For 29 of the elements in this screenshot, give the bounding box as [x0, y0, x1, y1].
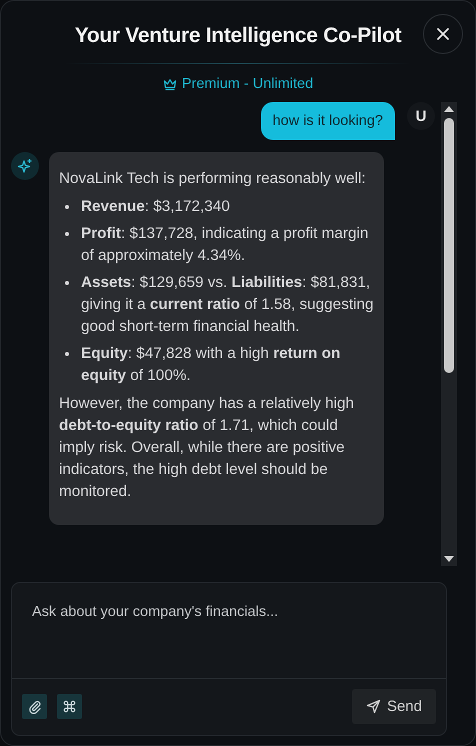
scrollbar[interactable]: [441, 102, 457, 566]
bullet-icon: [65, 281, 69, 285]
close-button[interactable]: [423, 14, 463, 54]
scroll-down-icon: [444, 556, 454, 562]
close-icon: [436, 27, 450, 41]
list-item: Profit: $137,728, indicating a profit margin of approximately 4.34%.: [81, 224, 370, 266]
scroll-thumb[interactable]: [444, 118, 454, 373]
send-icon: [366, 699, 381, 714]
list-item: Assets: $129,659 vs. Liabilities: $81,831, giving it a current ratio of 1.58, suggesting good short-term financial health.: [81, 273, 374, 337]
sparkle-icon: [17, 158, 33, 174]
command-icon: [63, 700, 76, 713]
user-avatar: U: [407, 102, 435, 130]
message-paragraph: NovaLink Tech is performing reasonably well:: [59, 169, 367, 189]
list-item: Equity: $47,828 with a high return on equity of 100%.: [81, 344, 342, 386]
plan-label: Premium - Unlimited: [182, 76, 314, 92]
crown-icon: [162, 78, 177, 90]
message-input[interactable]: Ask about your company's financials... Send: [11, 582, 447, 736]
send-button[interactable]: Send: [352, 689, 436, 724]
user-message: how is it looking?: [260, 102, 395, 140]
paperclip-icon: [28, 700, 42, 714]
window-title: Your Venture Intelligence Co-Pilot: [74, 24, 402, 48]
message-paragraph: However, the company has a relatively high debt-to-equity ratio of 1.71, which could imply risk. Overall, while there are positive indicators, the high debt level should be monitored.: [59, 394, 356, 502]
bullet-icon: [65, 352, 69, 356]
attach-button[interactable]: [22, 694, 47, 719]
bullet-icon: [65, 232, 69, 236]
list-item: Revenue: $3,172,340: [81, 197, 231, 217]
command-button[interactable]: [57, 694, 82, 719]
scroll-up-icon: [444, 106, 454, 112]
bullet-icon: [65, 205, 69, 209]
